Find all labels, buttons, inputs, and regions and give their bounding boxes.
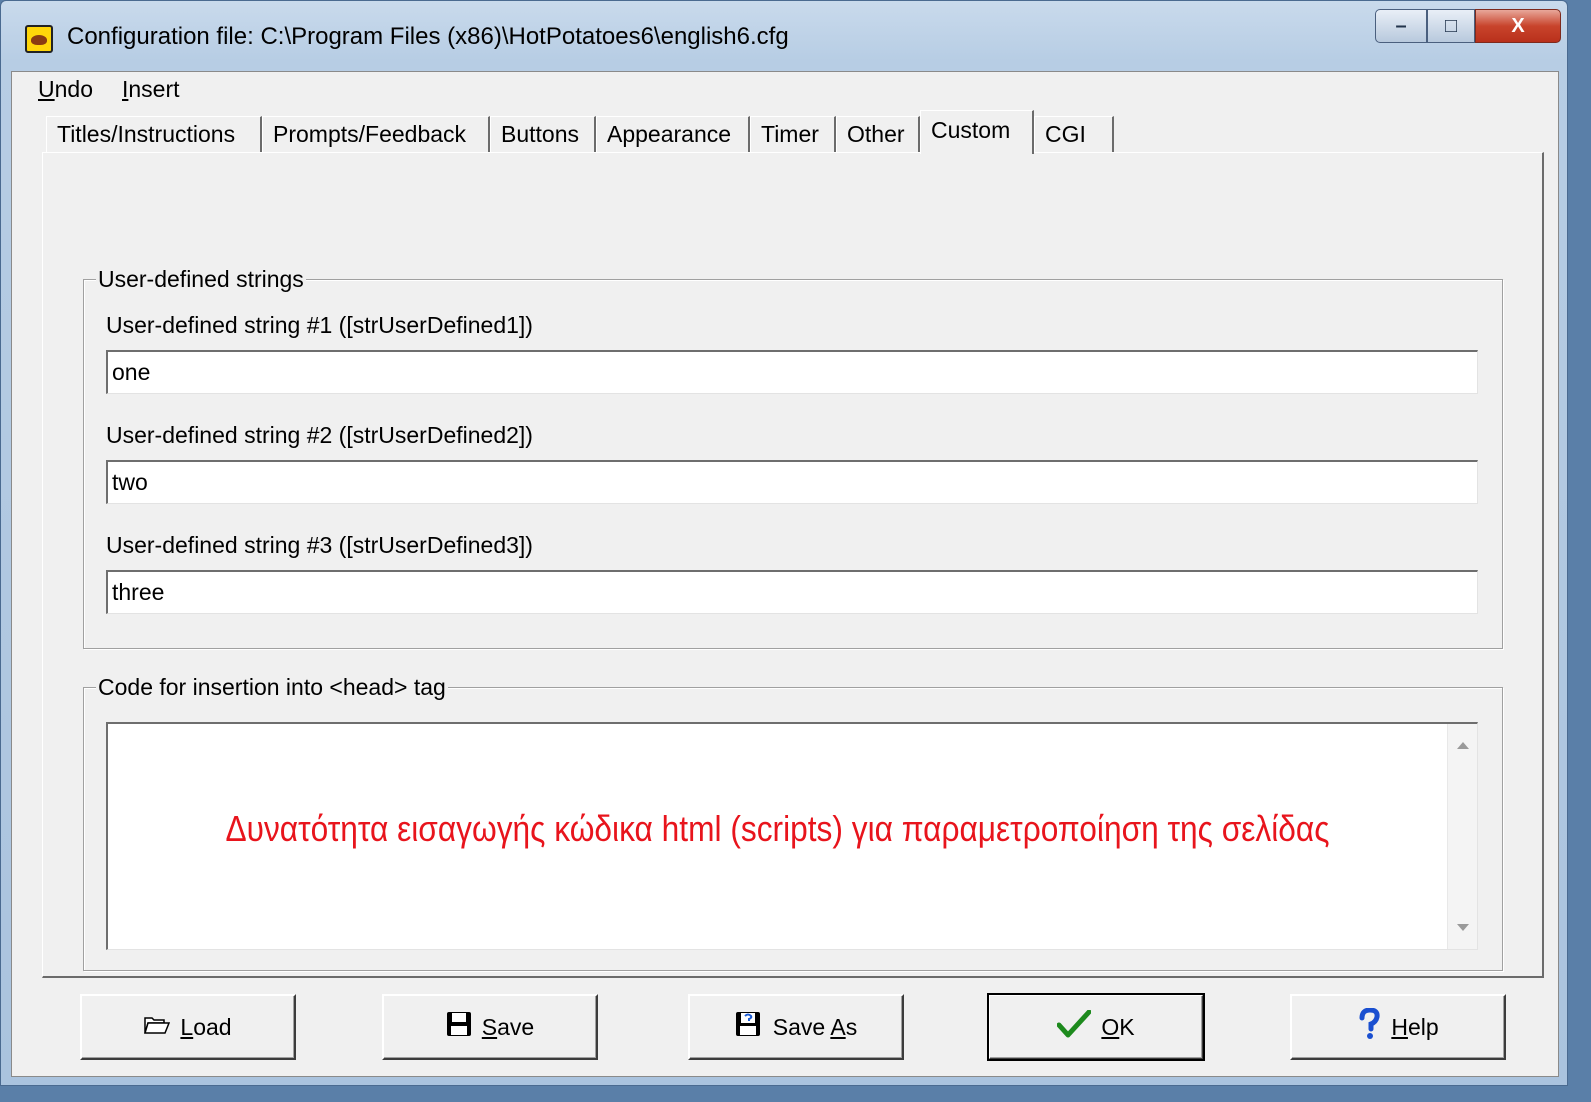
user-strings-legend: User-defined strings <box>96 266 306 293</box>
help-button[interactable]: Help <box>1290 994 1506 1060</box>
tab-buttons[interactable]: Buttons <box>490 116 596 152</box>
folder-open-icon <box>144 1014 171 1041</box>
close-icon: X <box>1511 14 1525 37</box>
menu-insert[interactable]: Insert <box>122 76 180 103</box>
tab-other[interactable]: Other <box>836 116 920 152</box>
tab-titles-instructions[interactable]: Titles/Instructions <box>46 116 262 152</box>
menu-undo[interactable]: Undo <box>38 76 93 103</box>
minimize-icon: – <box>1395 14 1407 37</box>
title-bar[interactable]: Configuration file: C:\Program Files (x8… <box>1 1 1567 69</box>
save-as-button[interactable]: Save As <box>688 994 904 1060</box>
red-annotation-text: Δυνατότητα εισαγωγής κώδικα html (script… <box>225 808 1330 849</box>
user-string-3-label: User-defined string #3 ([strUserDefined3… <box>106 532 533 558</box>
head-code-textarea[interactable]: Δυνατότητα εισαγωγής κώδικα html (script… <box>106 722 1478 950</box>
maximize-icon: □ <box>1444 14 1458 37</box>
load-button[interactable]: Load <box>80 994 296 1060</box>
menu-bar: Undo Insert <box>12 72 1558 104</box>
head-code-group: Code for insertion into <head> tag Δυνατ… <box>83 674 1503 971</box>
tab-appearance[interactable]: Appearance <box>596 116 750 152</box>
close-button[interactable]: X <box>1475 9 1561 43</box>
maximize-button[interactable]: □ <box>1427 9 1475 43</box>
user-strings-group: User-defined strings User-defined string… <box>83 266 1503 649</box>
tab-custom[interactable]: Custom <box>920 110 1034 154</box>
user-string-2-label: User-defined string #2 ([strUserDefined2… <box>106 422 533 448</box>
floppy-disk-icon <box>446 1011 472 1043</box>
config-window: Configuration file: C:\Program Files (x8… <box>0 0 1568 1086</box>
tab-prompts-feedback[interactable]: Prompts/Feedback <box>262 116 490 152</box>
question-mark-icon <box>1357 1007 1381 1046</box>
scroll-up-arrow-icon[interactable] <box>1457 742 1469 749</box>
minimize-button[interactable]: – <box>1375 9 1427 43</box>
user-string-1-input[interactable] <box>106 350 1478 394</box>
window-title: Configuration file: C:\Program Files (x8… <box>67 23 789 50</box>
scroll-down-arrow-icon[interactable] <box>1457 924 1469 931</box>
checkmark-icon <box>1056 1009 1092 1044</box>
ok-button[interactable]: OK <box>987 993 1205 1061</box>
head-code-legend: Code for insertion into <head> tag <box>96 674 448 701</box>
user-string-3-input[interactable] <box>106 570 1478 614</box>
custom-tab-panel: User-defined strings User-defined string… <box>42 152 1544 978</box>
save-as-disk-icon <box>735 1010 763 1044</box>
client-area: Undo Insert Titles/Instructions Prompts/… <box>11 71 1559 1077</box>
tab-timer[interactable]: Timer <box>750 116 836 152</box>
caption-buttons: – □ X <box>1375 9 1561 43</box>
user-string-2-input[interactable] <box>106 460 1478 504</box>
tab-cgi[interactable]: CGI <box>1034 116 1114 152</box>
code-vertical-scrollbar[interactable] <box>1447 724 1477 949</box>
save-button[interactable]: Save <box>382 994 598 1060</box>
user-string-1-label: User-defined string #1 ([strUserDefined1… <box>106 312 533 338</box>
hot-potatoes-app-icon <box>25 25 53 53</box>
